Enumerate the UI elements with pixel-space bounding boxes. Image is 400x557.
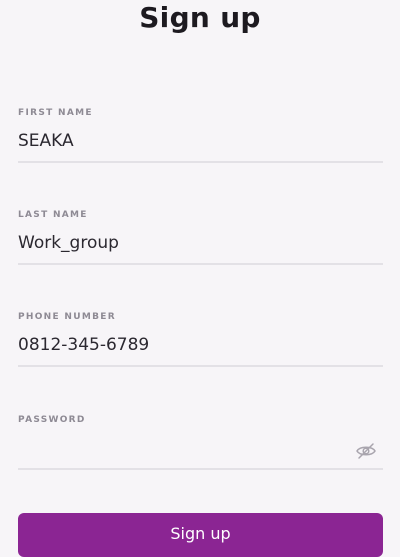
phone-number-label: PHONE NUMBER	[18, 312, 116, 322]
password-label: PASSWORD	[18, 415, 86, 425]
password-input[interactable]	[18, 434, 348, 462]
first-name-underline	[18, 161, 383, 163]
password-field: PASSWORD	[18, 414, 383, 474]
first-name-input[interactable]	[18, 127, 348, 155]
last-name-underline	[18, 263, 383, 265]
first-name-label: FIRST NAME	[18, 108, 93, 118]
phone-number-input[interactable]	[18, 331, 348, 359]
phone-number-underline	[18, 365, 383, 367]
page-title: Sign up	[139, 1, 261, 34]
phone-number-field: PHONE NUMBER	[18, 311, 383, 371]
last-name-field: LAST NAME	[18, 209, 383, 269]
first-name-field: FIRST NAME	[18, 107, 383, 167]
last-name-input[interactable]	[18, 229, 348, 257]
sign-up-button-label: Sign up	[170, 524, 231, 543]
password-underline	[18, 468, 383, 470]
eye-off-icon[interactable]	[355, 442, 377, 460]
last-name-label: LAST NAME	[18, 210, 88, 220]
sign-up-button[interactable]: Sign up	[18, 513, 383, 557]
